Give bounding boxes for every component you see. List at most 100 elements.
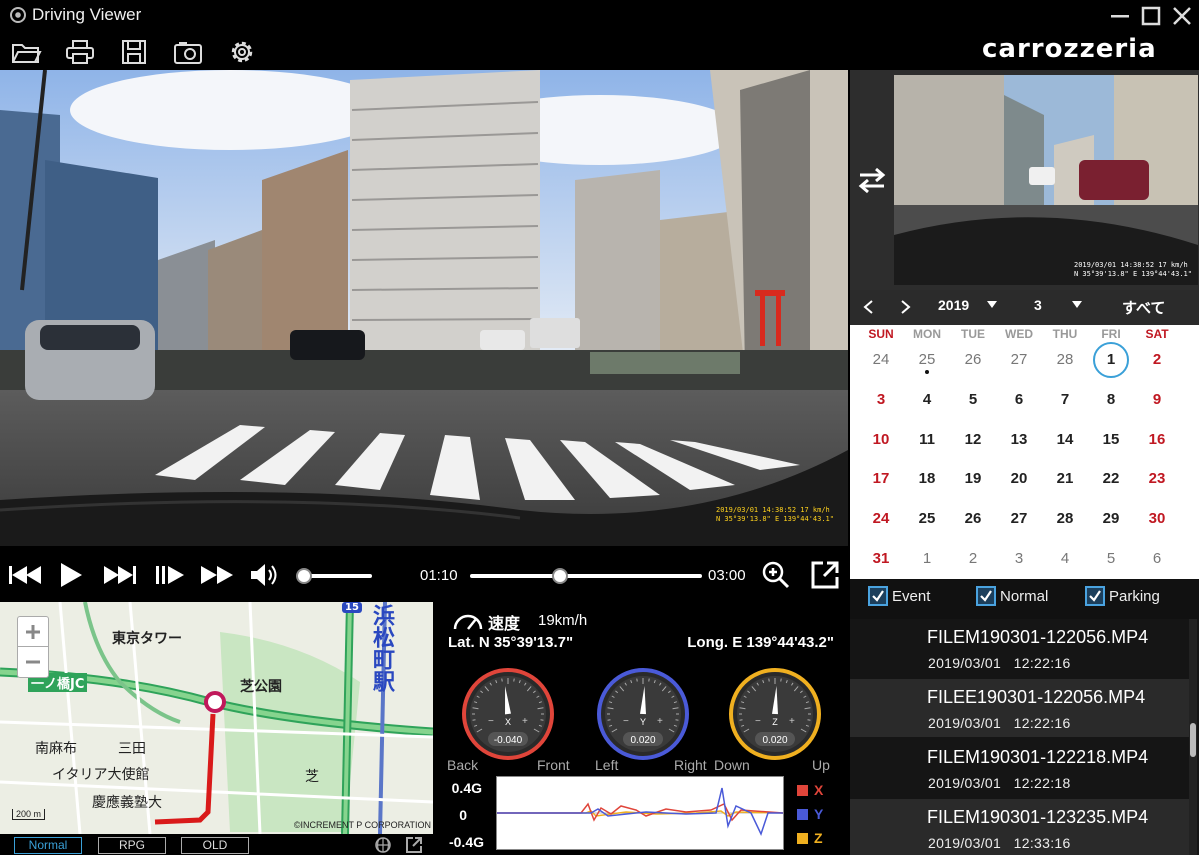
- month-select[interactable]: 3: [1034, 297, 1082, 313]
- gauge-z-neg-label: Down: [714, 757, 750, 773]
- settings-button[interactable]: [224, 36, 260, 68]
- snapshot-button[interactable]: [170, 36, 206, 68]
- speed-value: 19km/h: [538, 612, 588, 629]
- close-button[interactable]: [1168, 3, 1196, 29]
- calendar-day[interactable]: 8: [1088, 385, 1134, 415]
- calendar-day[interactable]: 10: [858, 425, 904, 455]
- calendar-day[interactable]: 6: [1134, 544, 1180, 574]
- swap-cameras-button[interactable]: [856, 165, 888, 195]
- scrollbar-thumb[interactable]: [1190, 723, 1196, 757]
- volume-slider-knob[interactable]: [295, 568, 312, 584]
- calendar-day[interactable]: 30: [1134, 504, 1180, 534]
- calendar-day[interactable]: 29: [1088, 504, 1134, 534]
- main-video-view[interactable]: 2019/03/01 14:38:52 17 km/h N 35°39'13.8…: [0, 70, 848, 546]
- map-label: イタリア大使館: [52, 767, 150, 783]
- calendar-day[interactable]: 5: [1088, 544, 1134, 574]
- minimize-button[interactable]: [1106, 3, 1134, 29]
- calendar-day[interactable]: 5: [950, 385, 996, 415]
- calendar-day[interactable]: 13: [996, 425, 1042, 455]
- open-folder-button[interactable]: [8, 36, 44, 68]
- calendar-day[interactable]: 28: [1042, 345, 1088, 375]
- calendar-day[interactable]: 4: [904, 385, 950, 415]
- calendar-day[interactable]: 2: [1134, 345, 1180, 375]
- tab-rpg[interactable]: RPG: [98, 837, 166, 854]
- print-button[interactable]: [62, 36, 98, 68]
- calendar-day[interactable]: 1: [904, 544, 950, 574]
- tab-normal[interactable]: Normal: [14, 837, 82, 854]
- list-item[interactable]: FILEM190301-123235.MP4 2019/03/01 12:33:…: [850, 799, 1189, 855]
- filter-event[interactable]: Event: [868, 586, 930, 606]
- map-label: 浜松町駅: [369, 604, 394, 692]
- zoom-button[interactable]: [758, 560, 794, 590]
- show-all-button[interactable]: すべて: [1122, 297, 1165, 318]
- calendar-day[interactable]: 24: [858, 504, 904, 534]
- list-item[interactable]: FILEM190301-122218.MP4 2019/03/01 12:22:…: [850, 739, 1189, 797]
- frame-step-button[interactable]: [152, 560, 188, 590]
- map-view[interactable]: 東京タワー 芝公園 一ノ橋JC 南麻布 三田 イタリア大使館 慶應義塾大 浜松町…: [0, 602, 433, 834]
- volume-button[interactable]: [247, 560, 283, 590]
- map-zoom-out-button[interactable]: [18, 647, 48, 677]
- file-name: FILEE190301-122056.MP4: [927, 687, 1146, 707]
- sub-camera-view[interactable]: 2019/03/01 14:38:52 17 km/h N 35°39'13.8…: [894, 75, 1198, 285]
- seek-bar-track[interactable]: [470, 574, 702, 578]
- camera-icon: [174, 42, 202, 64]
- file-list-scrollbar[interactable]: [1189, 619, 1197, 855]
- popout-button[interactable]: [806, 560, 844, 590]
- filter-parking[interactable]: Parking: [1085, 586, 1160, 606]
- gauge-plus-label: +: [789, 716, 795, 727]
- checkbox-checked-icon: [1085, 586, 1105, 606]
- calendar-day[interactable]: 27: [996, 504, 1042, 534]
- play-button[interactable]: [55, 560, 87, 590]
- calendar-day[interactable]: 21: [1042, 464, 1088, 494]
- list-item[interactable]: FILEM190301-122056.MP4 2019/03/01 12:22:…: [850, 619, 1189, 677]
- skip-previous-icon: [9, 566, 41, 584]
- prev-month-button[interactable]: [860, 298, 878, 316]
- save-button[interactable]: [116, 36, 152, 68]
- calendar-day[interactable]: 14: [1042, 425, 1088, 455]
- maximize-button[interactable]: [1137, 3, 1165, 29]
- calendar-day[interactable]: 6: [996, 385, 1042, 415]
- calendar-day[interactable]: 3: [858, 385, 904, 415]
- calendar-day[interactable]: 25: [904, 504, 950, 534]
- calendar-day[interactable]: 3: [996, 544, 1042, 574]
- calendar-day[interactable]: 25: [904, 345, 950, 375]
- skip-previous-button[interactable]: [6, 560, 44, 590]
- list-item[interactable]: FILEE190301-122056.MP4 2019/03/01 12:22:…: [850, 679, 1189, 737]
- sub-timestamp-overlay: 2019/03/01 14:38:52 17 km/h N 35°39'13.8…: [1073, 261, 1192, 278]
- fast-forward-button[interactable]: [198, 560, 236, 590]
- calendar-day[interactable]: 17: [858, 464, 904, 494]
- calendar-day[interactable]: 22: [1088, 464, 1134, 494]
- seek-bar-knob[interactable]: [552, 568, 569, 584]
- calendar-day[interactable]: 16: [1134, 425, 1180, 455]
- calendar-day[interactable]: 23: [1134, 464, 1180, 494]
- map-popout-button[interactable]: [405, 836, 423, 854]
- filter-normal[interactable]: Normal: [976, 586, 1048, 606]
- calendar-day-selected[interactable]: 1: [1093, 342, 1129, 378]
- calendar-day[interactable]: 7: [1042, 385, 1088, 415]
- external-link-icon: [406, 837, 422, 853]
- tab-old[interactable]: OLD: [181, 837, 249, 854]
- calendar-day[interactable]: 18: [904, 464, 950, 494]
- calendar-day[interactable]: 9: [1134, 385, 1180, 415]
- calendar-day[interactable]: 27: [996, 345, 1042, 375]
- calendar-day[interactable]: 2: [950, 544, 996, 574]
- calendar-day[interactable]: 11: [904, 425, 950, 455]
- map-label: 三田: [118, 741, 146, 757]
- calendar-day[interactable]: 24: [858, 345, 904, 375]
- year-select[interactable]: 2019: [938, 297, 998, 313]
- skip-next-button[interactable]: [100, 560, 140, 590]
- map-zoom-in-button[interactable]: [18, 617, 48, 647]
- calendar-day[interactable]: 12: [950, 425, 996, 455]
- calendar-day[interactable]: 19: [950, 464, 996, 494]
- video-timestamp-overlay: 2019/03/01 14:38:52 17 km/h N 35°39'13.8…: [715, 506, 834, 523]
- calendar-day[interactable]: 28: [1042, 504, 1088, 534]
- calendar-day[interactable]: 15: [1088, 425, 1134, 455]
- calendar-day[interactable]: 26: [950, 504, 996, 534]
- gauge-minus-label: −: [755, 716, 761, 727]
- calendar-day[interactable]: 31: [858, 544, 904, 574]
- map-globe-button[interactable]: [370, 836, 394, 854]
- calendar-day[interactable]: 26: [950, 345, 996, 375]
- next-month-button[interactable]: [896, 298, 914, 316]
- calendar-day[interactable]: 4: [1042, 544, 1088, 574]
- calendar-day[interactable]: 20: [996, 464, 1042, 494]
